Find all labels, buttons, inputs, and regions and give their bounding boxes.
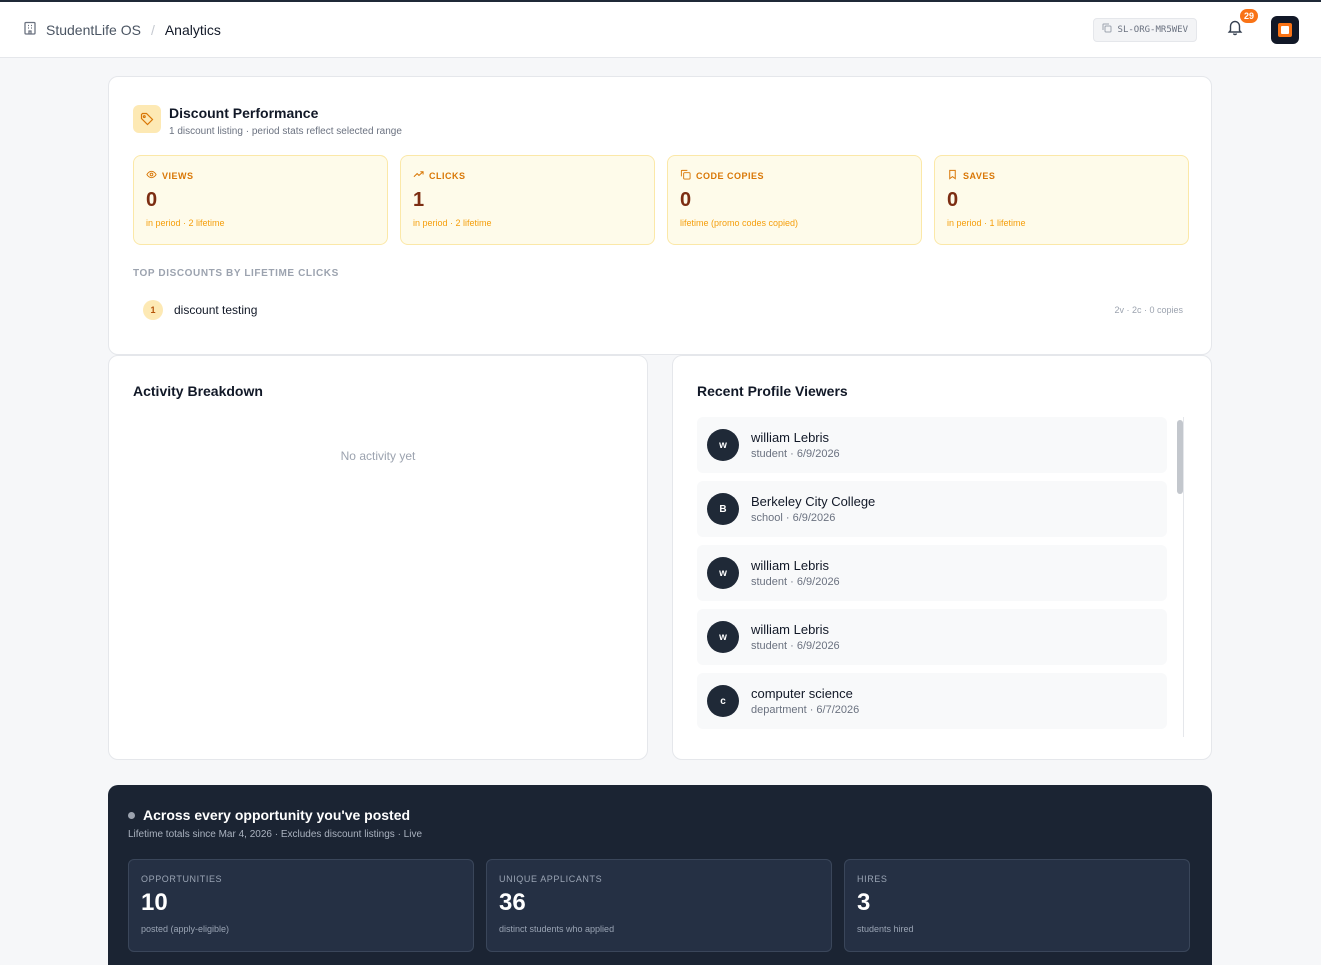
viewer-meta: department · 6/7/2026 (751, 704, 860, 716)
viewer-item[interactable]: w william Lebris student · 6/9/2026 (697, 609, 1167, 665)
stat-card-hires: HIRES 3 students hired (844, 859, 1190, 952)
discount-meta: 2v · 2c · 0 copies (1114, 305, 1183, 315)
notification-badge: 29 (1239, 8, 1258, 23)
profile-viewers-card: Recent Profile Viewers w william Lebris … (672, 355, 1212, 760)
viewer-item[interactable]: B Berkeley City College school · 6/9/202… (697, 481, 1167, 537)
live-status-dot (128, 811, 135, 819)
activity-breakdown-title: Activity Breakdown (133, 383, 263, 399)
opportunities-subtitle: Lifetime totals since Mar 4, 2026 · Excl… (128, 829, 423, 840)
top-bar: StudentLife OS / Analytics SL-ORG-MR5WEV… (0, 2, 1321, 58)
stat-value: 10 (141, 889, 168, 916)
stat-label: SAVES (963, 170, 996, 181)
viewer-name: william Lebris (751, 622, 830, 637)
viewer-item[interactable]: w william Lebris student · 6/9/2026 (697, 545, 1167, 601)
opportunities-summary-panel: Across every opportunity you've posted L… (108, 785, 1212, 965)
stat-note: in period · 2 lifetime (146, 218, 225, 228)
building-icon (22, 20, 38, 39)
viewer-name: computer science (751, 686, 853, 701)
app-logo-icon (1278, 22, 1292, 37)
viewer-name: william Lebris (751, 558, 830, 573)
stat-value: 3 (857, 889, 871, 916)
viewer-meta: student · 6/9/2026 (751, 640, 840, 652)
stat-card-opportunities: OPPORTUNITIES 10 posted (apply-eligible) (128, 859, 474, 952)
stat-label: UNIQUE APPLICANTS (499, 874, 603, 884)
viewer-meta: student · 6/9/2026 (751, 448, 840, 460)
copy-icon (680, 169, 691, 182)
trend-up-icon (413, 169, 424, 182)
avatar: c (707, 685, 739, 717)
notifications-button[interactable]: 29 (1221, 8, 1258, 44)
profile-viewers-title: Recent Profile Viewers (697, 383, 848, 399)
stat-label: CODE COPIES (696, 170, 765, 181)
tag-icon (133, 105, 161, 133)
stat-value: 0 (680, 189, 692, 211)
viewer-meta: school · 6/9/2026 (751, 512, 836, 524)
viewer-item[interactable]: c computer science department · 6/7/2026 (697, 673, 1167, 729)
stat-note: in period · 2 lifetime (413, 218, 492, 228)
viewer-name: Berkeley City College (751, 494, 876, 509)
avatar: w (707, 621, 739, 653)
stat-note: in period · 1 lifetime (947, 218, 1026, 228)
breadcrumb-separator: / (150, 21, 155, 38)
breadcrumb-app[interactable]: StudentLife OS (46, 22, 141, 38)
discount-stats: VIEWS 0 in period · 2 lifetime CLICKS 1 … (133, 155, 1189, 245)
viewer-list[interactable]: w william Lebris student · 6/9/2026 B Be… (697, 417, 1167, 737)
activity-breakdown-card: Activity Breakdown No activity yet (108, 355, 648, 760)
stat-value: 0 (146, 189, 158, 211)
stat-label: HIRES (857, 874, 888, 884)
copy-icon (1102, 23, 1112, 36)
viewer-meta: student · 6/9/2026 (751, 576, 840, 588)
discount-name: discount testing (174, 303, 258, 317)
opportunities-title: Across every opportunity you've posted (143, 807, 411, 823)
eye-icon (146, 169, 157, 182)
top-discount-row[interactable]: 1 discount testing 2v · 2c · 0 copies (143, 300, 1183, 320)
stat-label: OPPORTUNITIES (141, 874, 223, 884)
stat-value: 36 (499, 889, 526, 916)
stat-card-code-copies: CODE COPIES 0 lifetime (promo codes copi… (667, 155, 922, 245)
stat-card-unique-applicants: UNIQUE APPLICANTS 36 distinct students w… (486, 859, 832, 952)
org-code: SL-ORG-MR5WEV (1117, 24, 1188, 35)
opportunity-stats: OPPORTUNITIES 10 posted (apply-eligible)… (128, 859, 1190, 952)
stat-value: 0 (947, 189, 959, 211)
avatar: B (707, 493, 739, 525)
stat-note: posted (apply-eligible) (141, 924, 230, 934)
breadcrumb: StudentLife OS / Analytics (22, 20, 221, 39)
stat-note: lifetime (promo codes copied) (680, 218, 799, 228)
stat-card-saves: SAVES 0 in period · 1 lifetime (934, 155, 1189, 245)
stat-value: 1 (413, 189, 425, 211)
discount-performance-title: Discount Performance (169, 105, 319, 121)
avatar: w (707, 557, 739, 589)
discount-performance-subtitle: 1 discount listing · period stats reflec… (169, 126, 402, 137)
breadcrumb-page: Analytics (164, 21, 221, 38)
discount-performance-card: Discount Performance 1 discount listing … (108, 76, 1212, 355)
viewer-name: william Lebris (751, 430, 830, 445)
org-code-chip[interactable]: SL-ORG-MR5WEV (1092, 17, 1197, 42)
viewer-item[interactable]: w william Lebris student · 6/9/2026 (697, 417, 1167, 473)
stat-card-views: VIEWS 0 in period · 2 lifetime (133, 155, 388, 245)
stat-card-clicks: CLICKS 1 in period · 2 lifetime (400, 155, 655, 245)
stat-label: VIEWS (162, 170, 194, 181)
user-avatar-button[interactable] (1271, 15, 1299, 44)
stat-note: distinct students who applied (499, 924, 615, 934)
stat-note: students hired (857, 924, 914, 934)
bookmark-icon (947, 169, 958, 182)
avatar: w (707, 429, 739, 461)
stat-label: CLICKS (429, 170, 466, 181)
viewer-scrollbar-thumb[interactable] (1177, 420, 1183, 494)
activity-empty-state: No activity yet (340, 449, 416, 463)
rank-badge: 1 (143, 300, 163, 320)
bell-icon (1226, 18, 1244, 41)
top-discounts-heading: TOP DISCOUNTS BY LIFETIME CLICKS (133, 268, 339, 279)
